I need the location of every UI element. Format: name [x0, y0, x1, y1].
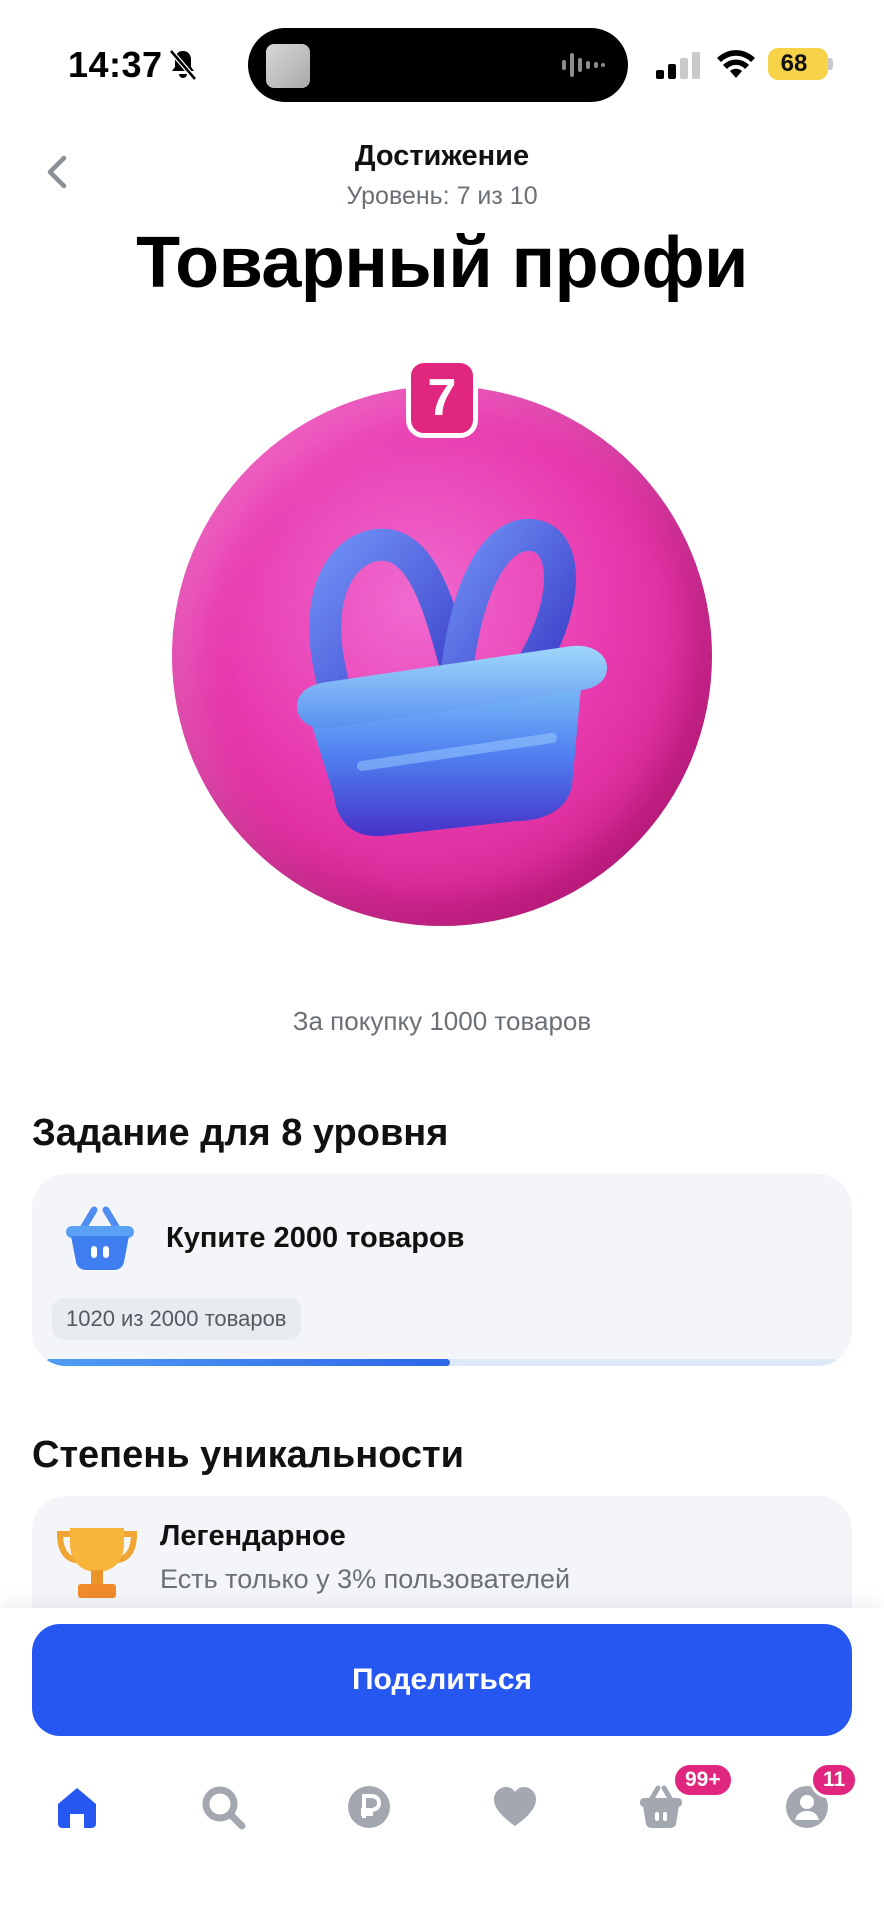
level-badge: 7 — [406, 358, 478, 438]
rarity-section-title: Степень уникальности — [32, 1434, 465, 1476]
progress-bar — [46, 1359, 838, 1366]
rarity-description: Есть только у 3% пользователей — [160, 1564, 571, 1594]
rarity-card: Легендарное Есть только у 3% пользовател… — [32, 1496, 852, 1626]
header-subtitle: Уровень: 7 из 10 — [346, 182, 538, 210]
bell-muted-icon — [169, 49, 197, 81]
battery-indicator: 68 — [768, 48, 828, 80]
achievement-badge — [172, 386, 712, 926]
header-title: Достижение — [354, 140, 530, 172]
page-title: Товарный профи — [136, 223, 748, 303]
status-bar: 14:37 68 — [0, 0, 884, 130]
ruble-icon — [348, 1786, 390, 1828]
tab-search[interactable] — [176, 1758, 266, 1858]
tab-profile[interactable]: 11 — [760, 1758, 859, 1858]
basket-icon — [66, 1206, 134, 1270]
home-icon — [58, 1788, 96, 1828]
cart-count-badge: 99+ — [672, 1762, 734, 1798]
signal-icon — [656, 52, 700, 79]
search-icon — [202, 1786, 246, 1830]
tab-favorites[interactable] — [468, 1758, 558, 1858]
task-card[interactable]: Купите 2000 товаров 1020 из 2000 товаров — [32, 1174, 852, 1366]
now-playing-thumbnail — [266, 44, 310, 88]
rarity-title: Легендарное — [160, 1520, 346, 1552]
tab-cart[interactable]: 99+ — [614, 1758, 734, 1858]
basket-icon — [297, 519, 607, 837]
progress-text: 1020 из 2000 товаров — [52, 1298, 301, 1340]
audio-wave-icon — [562, 53, 605, 77]
tab-home[interactable] — [30, 1758, 120, 1858]
profile-notification-badge: 11 — [810, 1762, 859, 1798]
badge-caption: За покупку 1000 товаров — [292, 1006, 592, 1036]
level-number: 7 — [427, 369, 457, 427]
share-button[interactable]: Поделиться — [32, 1624, 852, 1736]
status-time: 14:37 — [68, 44, 163, 85]
task-section-title: Задание для 8 уровня — [32, 1112, 449, 1154]
trophy-icon — [56, 1528, 138, 1598]
progress-fill — [46, 1359, 450, 1366]
tab-bar: 99+ 11 — [0, 1758, 884, 1868]
task-label: Купите 2000 товаров — [166, 1222, 465, 1254]
battery-level: 68 — [780, 50, 808, 77]
heart-icon — [494, 1787, 536, 1826]
tab-payments[interactable] — [322, 1758, 412, 1858]
dynamic-island — [248, 28, 628, 102]
wifi-icon — [717, 50, 755, 78]
bottom-panel: Поделиться 99+ 11 — [0, 1608, 884, 1920]
battery-tip — [828, 58, 833, 70]
